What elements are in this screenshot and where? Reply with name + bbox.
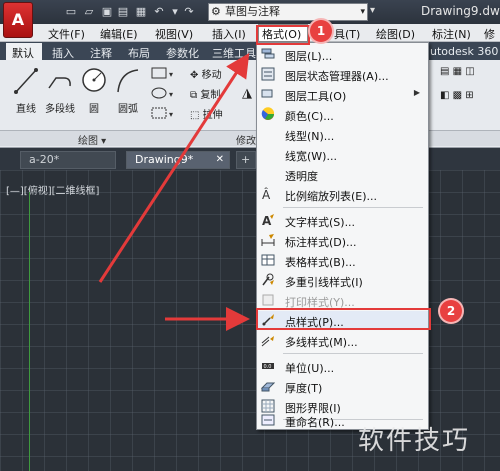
format-menu-callout-box [256,25,310,45]
point-style-callout-box [256,308,431,330]
step-badge-1: 1 [310,20,332,42]
step-badge-2: 2 [440,300,462,322]
watermark-text: 软件技巧 [358,426,471,456]
arrow-to-format-menu [98,52,250,283]
annotation-arrows [98,52,250,331]
